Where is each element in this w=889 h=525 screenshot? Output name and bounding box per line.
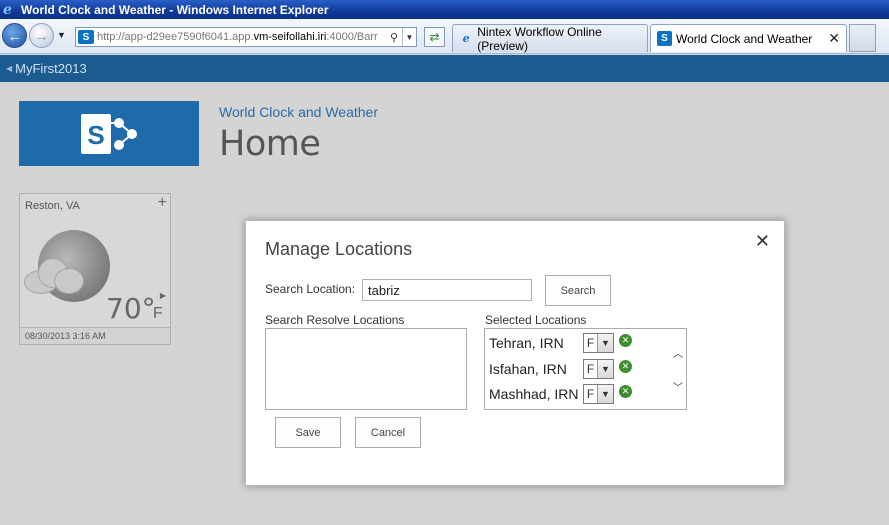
temperature: 70° xyxy=(106,292,156,325)
cloud-icon xyxy=(24,256,86,296)
list-item: Mashhad, IRN F ▼ ✕ xyxy=(489,383,649,405)
scroll-up-icon[interactable]: ︿ xyxy=(673,345,683,360)
manage-locations-dialog: Manage Locations ✕ Search Location: Sear… xyxy=(245,220,785,486)
resolve-locations-list[interactable] xyxy=(265,328,467,410)
add-icon[interactable]: + xyxy=(158,194,167,212)
chevron-down-icon: ▼ xyxy=(597,360,613,378)
sharepoint-logo-icon: S xyxy=(81,113,137,154)
unit-select[interactable]: F ▼ xyxy=(583,384,614,404)
next-arrow-icon[interactable]: ▶ xyxy=(160,291,166,300)
back-arrow-icon: ← xyxy=(7,27,22,44)
browser-title-bar: e World Clock and Weather - Windows Inte… xyxy=(0,0,889,19)
list-item: Tehran, IRN F ▼ ✕ xyxy=(489,332,649,354)
unit-value: F xyxy=(586,362,595,376)
temperature-unit: F xyxy=(153,305,163,322)
search-location-input[interactable] xyxy=(362,279,532,301)
remove-icon[interactable]: ✕ xyxy=(619,384,632,398)
remove-icon[interactable]: ✕ xyxy=(619,359,632,373)
remove-icon[interactable]: ✕ xyxy=(619,333,632,347)
search-button[interactable]: Search xyxy=(545,275,611,306)
selected-locations-label: Selected Locations xyxy=(485,313,587,327)
ie-logo-icon: e xyxy=(3,1,12,18)
unit-value: F xyxy=(586,387,595,401)
chevron-down-icon: ▼ xyxy=(597,334,613,352)
unit-value: F xyxy=(586,336,595,350)
browser-toolbar: ← → ▼ S http://app-d29ee7590f6041.app.vm… xyxy=(0,19,889,54)
refresh-button[interactable]: ⇄ xyxy=(424,27,445,47)
sharepoint-logo[interactable]: S xyxy=(19,101,199,166)
unit-select[interactable]: F ▼ xyxy=(583,333,614,353)
address-url[interactable]: http://app-d29ee7590f6041.app.vm-seifoll… xyxy=(97,31,386,43)
tab-label: World Clock and Weather xyxy=(676,31,813,46)
back-button[interactable]: ← xyxy=(2,23,27,48)
ie-tab-icon: e xyxy=(462,32,470,45)
resolve-locations-label: Search Resolve Locations xyxy=(265,313,405,327)
tab-world-clock[interactable]: S World Clock and Weather ✕ xyxy=(650,24,847,52)
search-location-label: Search Location: xyxy=(265,282,356,296)
svg-text:S: S xyxy=(87,120,104,150)
location-name: Mashhad, IRN xyxy=(489,386,579,402)
url-host: vm-seifollahi.iri xyxy=(253,31,327,43)
tile-location: Reston, VA xyxy=(25,200,80,212)
dialog-title: Manage Locations xyxy=(265,239,413,259)
selected-locations-list[interactable]: Tehran, IRN F ▼ ✕ Isfahan, IRN F ▼ ✕ Mashh… xyxy=(484,328,687,410)
sharepoint-favicon-icon: S xyxy=(78,30,94,44)
location-name: Tehran, IRN xyxy=(489,335,564,351)
forward-arrow-icon: → xyxy=(34,27,49,44)
forward-button[interactable]: → xyxy=(29,23,54,48)
page-title: Home xyxy=(219,124,321,164)
back-to-site-link[interactable]: ◀ MyFirst2013 xyxy=(6,61,87,76)
location-name: Isfahan, IRN xyxy=(489,361,567,377)
address-bar[interactable]: S http://app-d29ee7590f6041.app.vm-seifo… xyxy=(75,27,417,47)
chevron-down-icon: ▼ xyxy=(597,385,613,403)
tab-nintex[interactable]: e Nintex Workflow Online (Preview) xyxy=(452,24,648,53)
tile-datetime: 08/30/2013 3:16 AM xyxy=(20,327,170,344)
weather-tile[interactable]: Reston, VA + 70° F ▶ 08/30/2013 3:16 AM xyxy=(19,193,171,345)
unit-select[interactable]: F ▼ xyxy=(583,359,614,379)
url-suffix: :4000/Barr xyxy=(326,31,378,43)
save-button[interactable]: Save xyxy=(275,417,341,448)
browser-title: World Clock and Weather - Windows Intern… xyxy=(21,2,329,17)
history-dropdown-icon[interactable]: ▼ xyxy=(57,30,66,40)
list-item: Isfahan, IRN F ▼ ✕ xyxy=(489,358,649,380)
site-subtitle-link[interactable]: World Clock and Weather xyxy=(219,104,378,120)
cancel-button[interactable]: Cancel xyxy=(355,417,421,448)
close-icon[interactable]: ✕ xyxy=(755,231,770,252)
chevron-left-icon: ◀ xyxy=(6,64,13,73)
refresh-icon: ⇄ xyxy=(429,30,440,44)
suite-bar: ◀ MyFirst2013 xyxy=(0,55,889,82)
new-tab-button[interactable] xyxy=(849,24,876,52)
tab-label: Nintex Workflow Online (Preview) xyxy=(477,24,602,53)
scroll-down-icon[interactable]: ﹀ xyxy=(673,379,683,394)
url-prefix: http://app-d29ee7590f6041.app. xyxy=(97,31,254,43)
address-search-icon[interactable]: ⚲ xyxy=(386,31,402,44)
back-link-label: MyFirst2013 xyxy=(15,61,87,76)
tab-close-icon[interactable]: ✕ xyxy=(828,30,840,47)
sharepoint-tab-icon: S xyxy=(657,31,672,46)
address-dropdown-icon[interactable]: ▼ xyxy=(402,28,416,46)
